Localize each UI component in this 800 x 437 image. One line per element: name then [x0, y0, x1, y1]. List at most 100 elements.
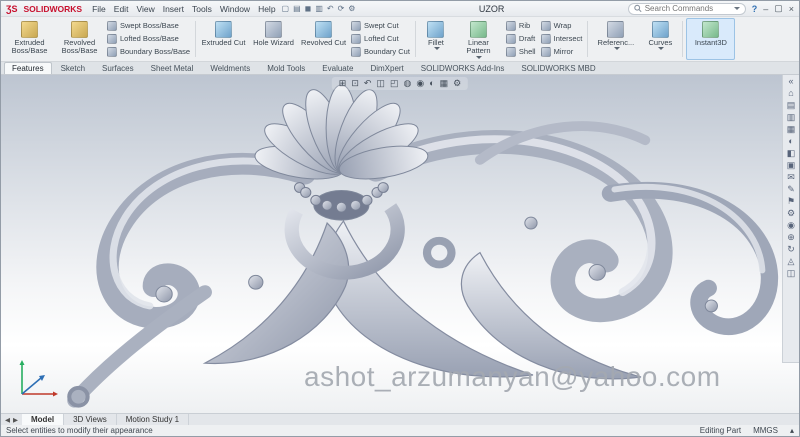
search-dropdown-icon[interactable]	[733, 7, 740, 10]
undo-icon[interactable]: ↶	[327, 4, 334, 13]
search-input[interactable]	[644, 4, 731, 13]
hole-wizard-button[interactable]: Hole Wizard	[249, 18, 298, 60]
file-explorer-icon[interactable]: ▥	[787, 112, 796, 122]
design-library-icon[interactable]: ▤	[787, 100, 796, 110]
reference-geometry-button[interactable]: Referenc...	[591, 18, 640, 60]
tab-mold-tools[interactable]: Mold Tools	[259, 62, 313, 74]
appearances-icon[interactable]: ◐	[788, 136, 793, 146]
display-style-icon[interactable]: ◍	[403, 78, 411, 89]
menu-window[interactable]: Window	[220, 4, 250, 14]
previous-view-icon[interactable]: ↶	[364, 78, 372, 89]
coordinate-triad	[19, 360, 58, 397]
tab-3d-views[interactable]: 3D Views	[64, 414, 117, 425]
scene-icon[interactable]: ◧	[787, 148, 796, 158]
menu-edit[interactable]: Edit	[114, 4, 129, 14]
shell-button[interactable]: Shell	[505, 46, 536, 58]
boundary-boss-base-button[interactable]: Boundary Boss/Base	[107, 46, 190, 58]
scroll-left-icon[interactable]: ◀	[5, 416, 10, 424]
gear-icon[interactable]: ⚙	[787, 208, 795, 218]
tab-motion-study-1[interactable]: Motion Study 1	[117, 414, 190, 425]
tab-surfaces[interactable]: Surfaces	[94, 62, 142, 74]
save-icon[interactable]: ◼	[305, 4, 312, 13]
status-expand-icon[interactable]: ▴	[790, 426, 794, 435]
pencil-icon[interactable]: ✎	[787, 184, 795, 194]
zoom-area-icon[interactable]: ⊡	[351, 78, 359, 89]
menu-help[interactable]: Help	[258, 4, 275, 14]
boundary-cut-button[interactable]: Boundary Cut	[351, 46, 410, 58]
forum-icon[interactable]: ✉	[787, 172, 795, 182]
triangle-icon[interactable]: ◬	[788, 256, 795, 266]
menu-view[interactable]: View	[136, 4, 154, 14]
rib-button[interactable]: Rib	[505, 20, 536, 32]
new-file-icon[interactable]: ▢	[282, 4, 290, 13]
wrap-button[interactable]: Wrap	[540, 20, 583, 32]
tab-scroll-arrows: ◀ ▶	[1, 414, 22, 425]
units-selector[interactable]: MMGS	[753, 426, 778, 435]
lofted-cut-button[interactable]: Lofted Cut	[351, 33, 410, 45]
view-orientation-icon[interactable]: ◰	[390, 78, 399, 89]
rebuild-icon[interactable]: ⟳	[338, 4, 345, 13]
section-view-icon[interactable]: ◫	[376, 78, 385, 89]
button-label: Hole Wizard	[253, 38, 294, 47]
refresh-icon[interactable]: ↻	[787, 244, 795, 254]
status-bar: Select entities to modify their appearan…	[1, 425, 799, 436]
shell-icon	[505, 46, 516, 57]
print-icon[interactable]: ▥	[315, 4, 323, 13]
quick-access-toolbar: ▢ ▤ ◼ ▥ ↶ ⟳ ⚙	[282, 4, 356, 13]
minimize-button[interactable]: –	[763, 4, 768, 14]
options-icon[interactable]: ⚙	[348, 4, 355, 13]
tab-solidworks-mbd[interactable]: SOLIDWORKS MBD	[513, 62, 603, 74]
tab-evaluate[interactable]: Evaluate	[314, 62, 361, 74]
tab-solidworks-addins[interactable]: SOLIDWORKS Add-Ins	[413, 62, 513, 74]
zoom-fit-icon[interactable]: ⊞	[339, 78, 347, 89]
ribbon-separator	[587, 21, 589, 57]
home-icon[interactable]: ⌂	[788, 88, 793, 98]
ribbon-group-boss: Extruded Boss/Base Revolved Boss/Base Sw…	[3, 18, 194, 60]
edit-appearance-icon[interactable]: ◐	[429, 78, 434, 88]
tab-model[interactable]: Model	[22, 414, 65, 425]
swept-boss-base-button[interactable]: Swept Boss/Base	[107, 20, 190, 32]
curves-button[interactable]: Curves	[641, 18, 679, 60]
custom-properties-icon[interactable]: ▣	[787, 160, 796, 170]
hide-show-items-icon[interactable]: ◉	[416, 78, 424, 89]
instant3d-button[interactable]: Instant3D	[686, 18, 736, 60]
revolved-boss-base-button[interactable]: Revolved Boss/Base	[55, 18, 104, 60]
open-file-icon[interactable]: ▤	[293, 4, 301, 13]
intersect-button[interactable]: Intersect	[540, 33, 582, 45]
mirror-button[interactable]: Mirror	[540, 46, 583, 58]
tab-dimxpert[interactable]: DimXpert	[362, 62, 411, 74]
view-palette-icon[interactable]: ▦	[787, 124, 796, 134]
menu-file[interactable]: File	[92, 4, 106, 14]
collapse-arrows-icon[interactable]: «	[788, 76, 793, 86]
tab-sheet-metal[interactable]: Sheet Metal	[143, 62, 202, 74]
extruded-cut-button[interactable]: Extruded Cut	[199, 18, 248, 60]
graphics-viewport[interactable]: ⊞ ⊡ ↶ ◫ ◰ ◍ ◉ ◐ ▦ ⚙ « ⌂ ▤ ▥ ▦ ◐ ◧ ▣ ✉ ✎ …	[1, 74, 799, 413]
target-icon[interactable]: ◉	[787, 220, 795, 230]
menu-tools[interactable]: Tools	[192, 4, 212, 14]
tab-weldments[interactable]: Weldments	[202, 62, 258, 74]
close-button[interactable]: ×	[789, 4, 794, 14]
draft-button[interactable]: Draft	[505, 33, 536, 45]
help-icon[interactable]: ?	[752, 4, 758, 14]
tab-features[interactable]: Features	[4, 61, 52, 74]
ribbon-separator	[682, 21, 684, 57]
section-icon[interactable]: ◫	[787, 268, 796, 278]
flag-icon[interactable]: ⚑	[787, 196, 795, 206]
title-bar: ƷS SOLIDWORKS File Edit View Insert Tool…	[1, 1, 799, 17]
scroll-right-icon[interactable]: ▶	[13, 416, 18, 424]
lofted-boss-base-button[interactable]: Lofted Boss/Base	[107, 33, 190, 45]
menu-insert[interactable]: Insert	[163, 4, 184, 14]
fillet-button[interactable]: Fillet	[419, 18, 453, 60]
extruded-boss-icon	[21, 21, 38, 38]
extruded-boss-base-button[interactable]: Extruded Boss/Base	[5, 18, 54, 60]
plus-icon[interactable]: ⊕	[787, 232, 795, 242]
apply-scene-icon[interactable]: ▦	[440, 78, 449, 89]
view-settings-icon[interactable]: ⚙	[453, 78, 461, 89]
swept-cut-button[interactable]: Swept Cut	[351, 20, 410, 32]
revolved-cut-button[interactable]: Revolved Cut	[299, 18, 348, 60]
linear-pattern-button[interactable]: Linear Pattern	[454, 18, 503, 60]
maximize-button[interactable]: ▢	[774, 3, 783, 14]
search-commands-box[interactable]	[627, 2, 746, 15]
linear-pattern-icon	[469, 21, 487, 38]
tab-sketch[interactable]: Sketch	[53, 62, 93, 74]
